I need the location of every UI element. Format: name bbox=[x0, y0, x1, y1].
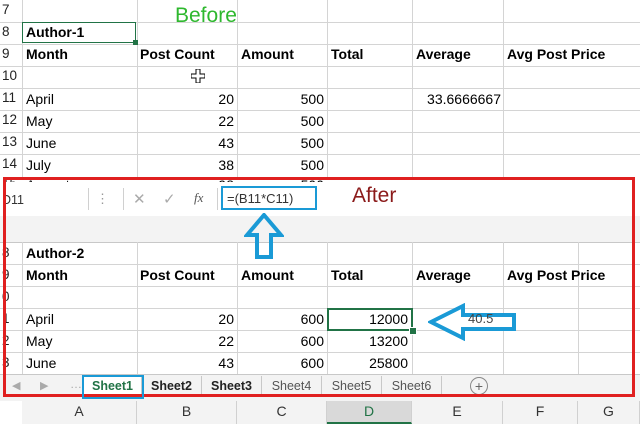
cell-month[interactable]: July bbox=[26, 157, 51, 173]
cell-amount[interactable]: 500 bbox=[240, 135, 324, 151]
column-header-selected[interactable]: D bbox=[327, 398, 412, 424]
column-header[interactable]: C bbox=[237, 398, 327, 424]
formula-highlight bbox=[221, 186, 317, 210]
header-post-count[interactable]: Post Count bbox=[140, 46, 215, 62]
cell-amount[interactable]: 500 bbox=[240, 157, 324, 173]
grid-line bbox=[0, 110, 640, 111]
grid-line bbox=[137, 0, 138, 178]
cell-month[interactable]: April bbox=[26, 91, 54, 107]
fill-handle[interactable] bbox=[133, 40, 138, 45]
row-number[interactable]: 8 bbox=[0, 24, 24, 39]
row-number[interactable]: 12 bbox=[0, 112, 24, 127]
grid-line bbox=[503, 0, 504, 178]
header-total[interactable]: Total bbox=[331, 46, 363, 62]
row-number[interactable]: 7 bbox=[0, 2, 24, 17]
after-frame bbox=[3, 177, 635, 397]
sheet1-highlight bbox=[82, 375, 144, 399]
grid-line bbox=[0, 44, 640, 45]
grid-line bbox=[327, 0, 328, 178]
before-label: Before bbox=[175, 4, 237, 27]
cell-average[interactable]: 33.6666667 bbox=[415, 91, 501, 107]
row-number[interactable]: 10 bbox=[0, 68, 24, 83]
row-number[interactable]: 9 bbox=[0, 46, 24, 61]
cursor-cross-icon bbox=[190, 68, 206, 84]
grid-line bbox=[0, 132, 640, 133]
grid-line bbox=[237, 0, 238, 178]
grid-line bbox=[0, 88, 640, 89]
cell-count[interactable]: 38 bbox=[140, 157, 234, 173]
header-average[interactable]: Average bbox=[416, 46, 471, 62]
row-number[interactable]: 14 bbox=[0, 156, 24, 171]
column-header[interactable]: E bbox=[412, 398, 503, 424]
row-number[interactable]: 11 bbox=[0, 90, 24, 105]
row-number[interactable]: 13 bbox=[0, 134, 24, 149]
cell-count[interactable]: 22 bbox=[140, 113, 234, 129]
header-month[interactable]: Month bbox=[26, 46, 68, 62]
column-header[interactable]: G bbox=[578, 398, 640, 424]
grid-line bbox=[0, 66, 640, 67]
cell-amount[interactable]: 500 bbox=[240, 91, 324, 107]
author-title[interactable]: Author-1 bbox=[26, 24, 84, 40]
column-header[interactable]: A bbox=[22, 398, 137, 424]
cell-amount[interactable]: 500 bbox=[240, 113, 324, 129]
column-header[interactable]: B bbox=[137, 398, 237, 424]
cell-month[interactable]: June bbox=[26, 135, 56, 151]
cell-average-visible: 40.5 bbox=[468, 311, 494, 326]
cell-count[interactable]: 43 bbox=[140, 135, 234, 151]
header-avg-post-price[interactable]: Avg Post Price bbox=[507, 46, 605, 62]
header-amount[interactable]: Amount bbox=[241, 46, 294, 62]
cell-count[interactable]: 20 bbox=[140, 91, 234, 107]
cell-month[interactable]: May bbox=[26, 113, 52, 129]
grid-line bbox=[0, 154, 640, 155]
column-header[interactable]: F bbox=[503, 398, 578, 424]
up-arrow-icon bbox=[244, 213, 284, 259]
grid-line bbox=[412, 0, 413, 178]
